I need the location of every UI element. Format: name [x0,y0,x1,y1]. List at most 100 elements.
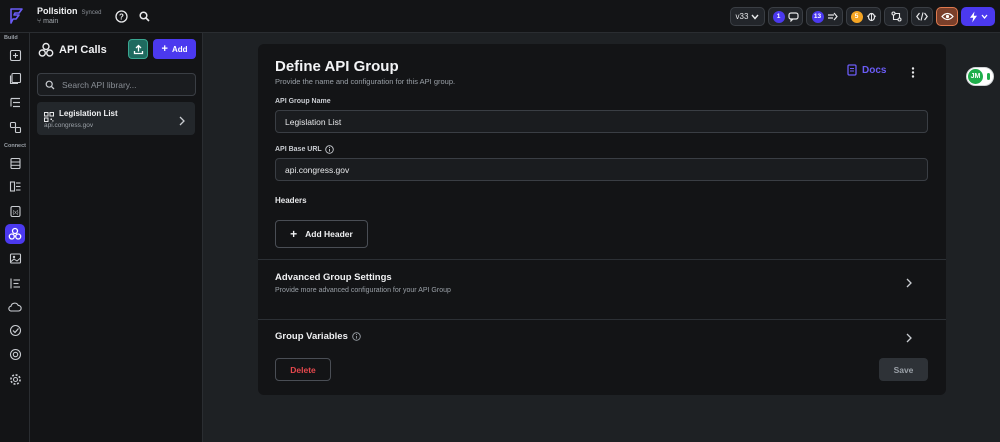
branch-name: main [43,18,59,25]
widget-tree-icon[interactable] [5,92,25,112]
sync-status: Synced [81,10,102,16]
add-api-label: Add [171,44,188,54]
advanced-settings-subtitle: Provide more advanced configuration for … [275,287,451,294]
flutterflow-logo-icon[interactable] [6,6,26,26]
eye-icon [940,12,954,21]
docs-label: Docs [862,64,887,76]
top-bar: Pollsition Synced ⑂ main ? v33 1 13 5 [0,0,1000,33]
version-dropdown[interactable]: v33 [730,7,765,26]
api-search-input[interactable] [62,79,182,90]
group-name-input[interactable] [285,116,885,127]
search-icon[interactable] [137,9,151,23]
group-name-label: API Group Name [275,98,331,105]
firestore-icon[interactable] [5,153,25,173]
branch-flow-icon [890,11,902,22]
add-header-label: Add Header [305,229,353,239]
chevron-down-icon [751,14,759,20]
avatar: JM [968,69,983,84]
group-variables-title[interactable]: Group Variables [275,331,361,342]
divider [258,319,946,320]
base-url-label-text: API Base URL [275,146,322,153]
add-page-icon[interactable] [5,45,25,65]
components-icon[interactable] [5,117,25,137]
preview-button[interactable] [936,7,958,26]
change-count-badge: 13 [811,10,824,23]
add-header-button[interactable]: + Add Header [275,220,368,248]
user-presence-toggle[interactable]: JM [966,67,994,86]
add-api-button[interactable]: + Add [153,39,196,59]
branch-icon: ⑂ [37,18,42,25]
presence-dot [987,73,990,80]
chevron-down-icon [981,14,987,19]
code-view-button[interactable] [911,7,933,26]
panel-title: API Calls [59,44,107,56]
info-icon[interactable] [352,332,361,341]
chevron-right-icon [179,113,185,131]
comments-icon [787,11,799,22]
api-item-name: Legislation List [59,109,118,118]
help-icon[interactable]: ? [114,9,128,23]
cloud-functions-icon[interactable] [5,297,25,317]
page-subtitle: Provide the name and configuration for t… [275,77,456,86]
api-search-box[interactable] [37,73,196,96]
main-content: Define API Group Provide the name and co… [203,33,1000,442]
upload-button[interactable] [128,39,148,59]
group-variables-chevron-right-icon[interactable] [904,332,914,344]
agents-icon[interactable] [5,344,25,364]
media-assets-icon[interactable] [5,248,25,268]
plus-icon: + [290,227,298,241]
settings-gear-icon[interactable] [5,369,25,389]
code-icon [916,12,928,21]
qr-code-icon [44,109,54,122]
navigation-rail: Build Connect {x} [0,33,30,442]
project-name[interactable]: Pollsition Synced [37,6,102,16]
base-url-field[interactable] [275,158,928,181]
plus-icon: + [161,42,168,55]
headers-label: Headers [275,196,307,205]
project-name-text: Pollsition [37,6,78,16]
issues-button[interactable]: 5 [846,7,881,26]
lightning-icon [969,11,977,22]
custom-code-icon[interactable] [5,273,25,293]
data-types-icon[interactable] [5,176,25,196]
api-calls-icon[interactable] [5,224,25,244]
app-state-icon[interactable]: {x} [5,201,25,221]
docs-icon [847,64,857,76]
changes-button[interactable]: 13 [806,7,843,26]
info-icon[interactable] [324,145,334,154]
comment-count-badge: 1 [772,10,785,23]
bug-count-badge: 5 [850,10,863,23]
pages-icon[interactable] [5,68,25,88]
svg-text:?: ? [119,12,124,21]
branching-button[interactable] [884,7,908,26]
advanced-settings-chevron-right-icon[interactable] [904,277,914,289]
api-calls-panel: API Calls + Add Legislation List api.con… [30,33,203,442]
changes-icon [827,12,838,20]
run-dropdown-button[interactable] [961,7,995,26]
more-options-icon[interactable] [909,65,917,79]
build-section-label: Build [4,35,18,41]
docs-button[interactable]: Docs [847,64,886,76]
bug-icon [866,12,876,22]
search-icon [45,80,55,89]
comments-button[interactable]: 1 [768,7,803,26]
advanced-settings-title[interactable]: Advanced Group Settings [275,272,392,283]
base-url-label: API Base URL [275,145,334,154]
upload-icon [133,44,143,54]
branch-indicator[interactable]: ⑂ main [37,18,58,25]
advanced-settings-title-text: Advanced Group Settings [275,272,392,283]
api-item-url: api.congress.gov [44,122,94,129]
api-list-item[interactable]: Legislation List api.congress.gov [37,102,195,135]
divider [258,259,946,260]
page-title: Define API Group [275,58,399,75]
version-label: v33 [735,12,749,21]
base-url-input[interactable] [285,164,885,175]
connect-section-label: Connect [4,143,26,149]
delete-button[interactable]: Delete [275,358,331,381]
save-button[interactable]: Save [879,358,928,381]
group-name-label-text: API Group Name [275,98,331,105]
tests-icon[interactable] [5,320,25,340]
svg-text:{x}: {x} [12,209,18,215]
api-group-card: Define API Group Provide the name and co… [258,44,946,395]
group-name-field[interactable] [275,110,928,133]
